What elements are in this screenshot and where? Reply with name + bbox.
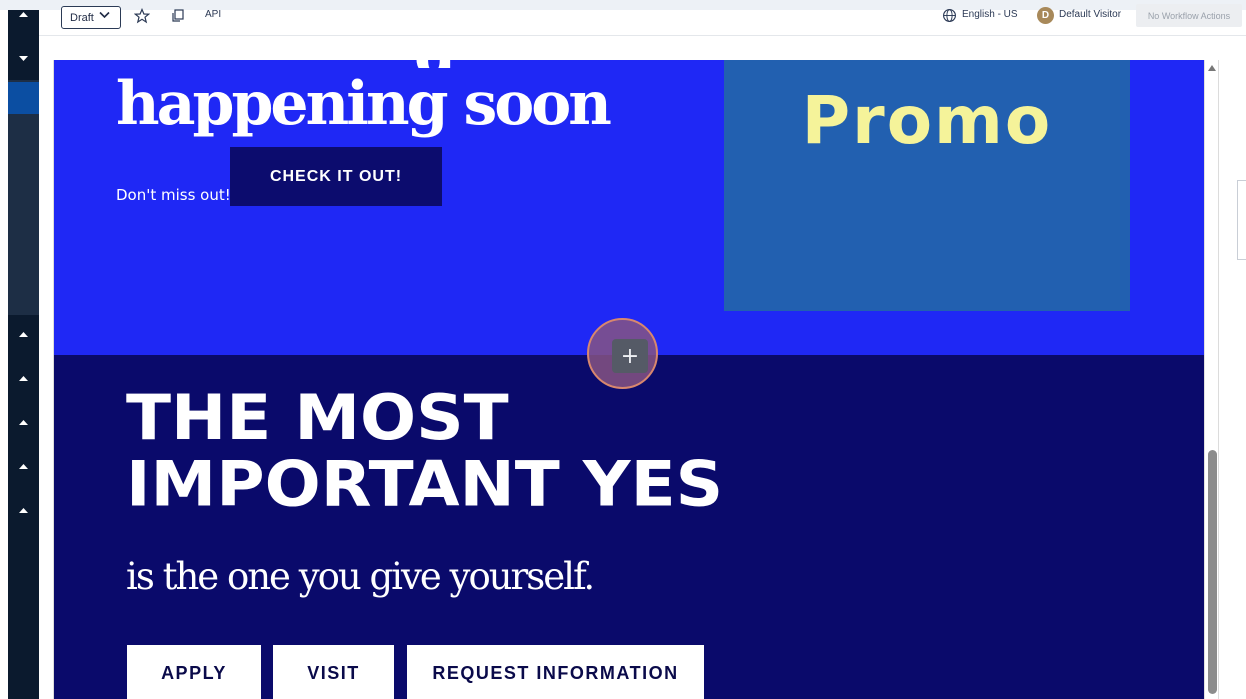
visit-button[interactable]: VISIT xyxy=(273,645,394,699)
add-section-button[interactable]: + xyxy=(587,318,658,389)
status-dropdown[interactable]: Draft xyxy=(61,6,121,29)
caret-down-icon[interactable] xyxy=(17,53,30,63)
caret-up-icon[interactable] xyxy=(17,418,30,428)
cta-section[interactable]: THE MOST IMPORTANT YES is the one you gi… xyxy=(54,355,1204,699)
section-tagline: is the one you give yourself. xyxy=(126,555,595,598)
caret-up-icon[interactable] xyxy=(17,330,30,340)
visitor-selector[interactable]: Default Visitor xyxy=(1059,9,1121,20)
plus-icon[interactable]: + xyxy=(612,339,648,373)
scrollbar[interactable] xyxy=(1204,60,1218,699)
check-it-out-button[interactable]: CHECK IT OUT! xyxy=(230,147,442,206)
hero-section[interactable]: g happening soon Don't miss out! CHECK I… xyxy=(54,60,1204,355)
caret-up-icon[interactable] xyxy=(17,506,30,516)
chevron-down-icon xyxy=(99,11,110,19)
copy-icon[interactable] xyxy=(170,8,186,24)
section-heading: THE MOST IMPORTANT YES xyxy=(126,385,723,518)
rail-active-item[interactable] xyxy=(8,82,39,114)
hero-heading: happening soon xyxy=(116,69,612,139)
caret-up-icon[interactable] xyxy=(17,374,30,384)
editor-toolbar: Draft API English - US D Default Visitor… xyxy=(39,4,1246,36)
canvas-right-border xyxy=(1218,60,1219,699)
left-rail xyxy=(8,10,39,699)
language-selector[interactable]: English - US xyxy=(962,9,1018,20)
rail-panel xyxy=(8,80,39,315)
caret-up-icon[interactable] xyxy=(17,10,30,20)
hero-subtext: Don't miss out! xyxy=(116,186,231,204)
promo-block[interactable]: Promo xyxy=(724,60,1130,311)
scrollbar-thumb[interactable] xyxy=(1208,450,1217,694)
apply-button[interactable]: APPLY xyxy=(127,645,261,699)
api-link[interactable]: API xyxy=(205,9,221,20)
star-icon[interactable] xyxy=(134,8,150,24)
workflow-actions-button[interactable]: No Workflow Actions xyxy=(1136,4,1242,27)
globe-icon xyxy=(943,9,956,22)
scroll-up-icon[interactable] xyxy=(1207,64,1217,72)
request-information-button[interactable]: REQUEST INFORMATION xyxy=(407,645,704,699)
promo-text: Promo xyxy=(801,82,1053,159)
section-heading-line2: IMPORTANT YES xyxy=(126,447,724,521)
side-panel-tab[interactable] xyxy=(1237,180,1246,260)
avatar: D xyxy=(1037,7,1054,24)
section-heading-line1: THE MOST xyxy=(126,381,509,455)
caret-up-icon[interactable] xyxy=(17,462,30,472)
status-label: Draft xyxy=(70,11,94,24)
